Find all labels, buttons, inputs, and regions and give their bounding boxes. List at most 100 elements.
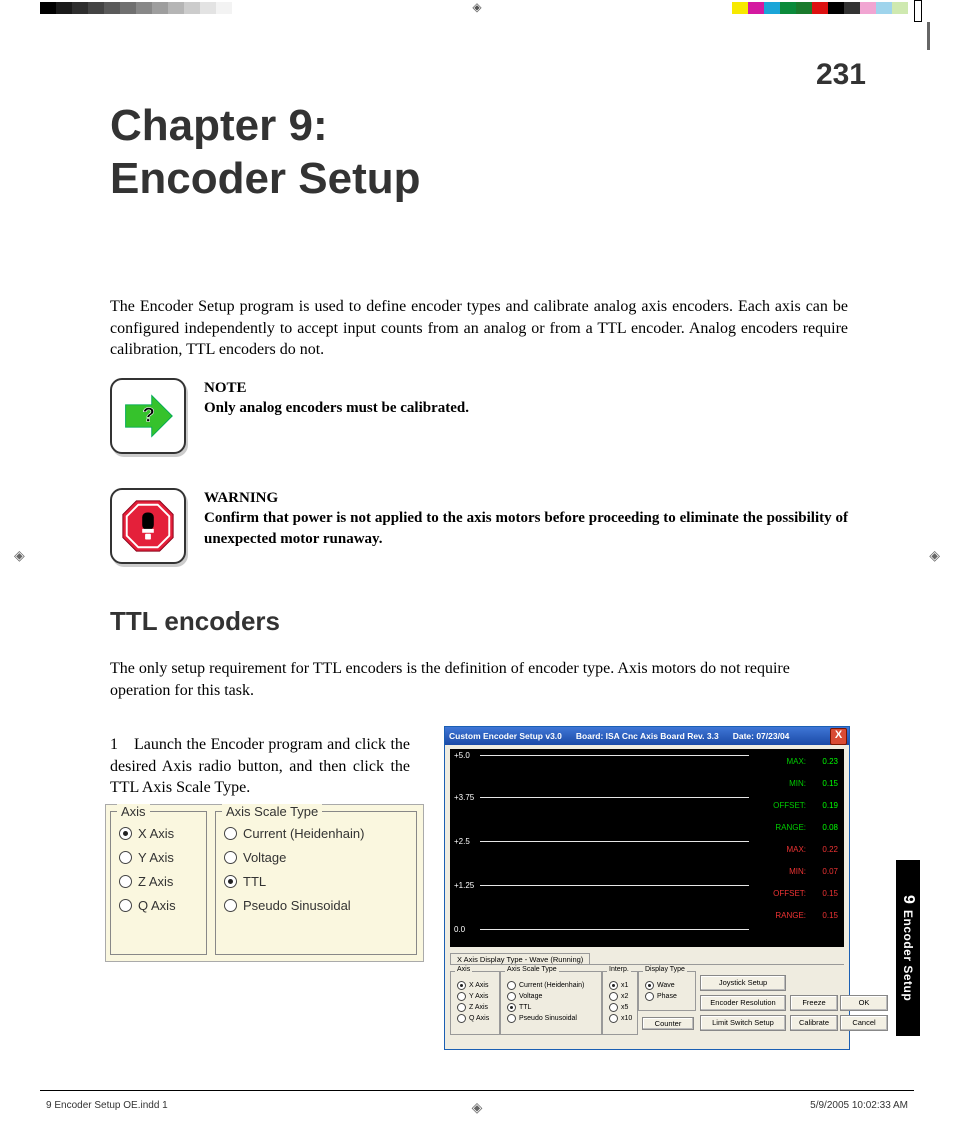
- scale-option[interactable]: TTL: [224, 874, 410, 889]
- calibrate-button[interactable]: Calibrate: [790, 1015, 838, 1031]
- close-button[interactable]: X: [830, 728, 847, 745]
- chart-readout: RANGE:0.08: [775, 823, 838, 832]
- axis-option[interactable]: Q Axis: [119, 898, 200, 913]
- mini-axis-option[interactable]: Q Axis: [457, 1014, 495, 1023]
- y-tick-label: 0.0: [454, 925, 465, 934]
- gridline: [480, 797, 749, 798]
- radio-icon[interactable]: [507, 1014, 516, 1023]
- readout-key: OFFSET:: [773, 889, 806, 898]
- tab-xaxis-wave[interactable]: X Axis Display Type - Wave (Running): [450, 953, 590, 964]
- radio-icon[interactable]: [507, 981, 516, 990]
- radio-icon[interactable]: [119, 899, 132, 912]
- radio-icon[interactable]: [457, 992, 466, 1001]
- radio-icon[interactable]: [609, 1014, 618, 1023]
- radio-icon[interactable]: [457, 981, 466, 990]
- readout-value: 0.22: [814, 845, 838, 854]
- radio-icon[interactable]: [645, 992, 654, 1001]
- radio-icon[interactable]: [224, 875, 237, 888]
- mini-interp-option[interactable]: x1: [609, 981, 633, 990]
- footer-left: 9 Encoder Setup OE.indd 1: [46, 1100, 168, 1111]
- freeze-button[interactable]: Freeze: [790, 995, 838, 1011]
- mini-axis-group: Axis X AxisY AxisZ AxisQ Axis: [450, 971, 500, 1035]
- mini-interp-option[interactable]: x2: [609, 992, 633, 1001]
- counter-button[interactable]: Counter: [642, 1017, 694, 1030]
- readout-value: 0.19: [814, 801, 838, 810]
- chapter-title: Chapter 9: Encoder Setup: [110, 100, 421, 206]
- readout-key: RANGE:: [775, 911, 806, 920]
- readout-value: 0.23: [814, 757, 838, 766]
- control-area: Axis X AxisY AxisZ AxisQ Axis Axis Scale…: [450, 967, 844, 1041]
- axis-option[interactable]: X Axis: [119, 826, 200, 841]
- section-title: TTL encoders: [110, 606, 280, 637]
- axis-label: Z Axis: [138, 874, 173, 889]
- chart-readout: MIN:0.15: [789, 779, 838, 788]
- note-label: NOTE: [204, 378, 848, 398]
- mini-scale-option[interactable]: TTL: [507, 1003, 597, 1012]
- warning-text: WARNING Confirm that power is not applie…: [204, 488, 848, 549]
- limit-switch-button[interactable]: Limit Switch Setup: [700, 1015, 786, 1031]
- radio-icon[interactable]: [507, 1003, 516, 1012]
- scale-label: Current (Heidenhain): [243, 826, 364, 841]
- mini-axis-option[interactable]: X Axis: [457, 981, 495, 990]
- warning-body: Confirm that power is not applied to the…: [204, 510, 848, 546]
- ok-button[interactable]: OK: [840, 995, 888, 1011]
- radio-icon[interactable]: [119, 851, 132, 864]
- mini-interp-option[interactable]: x5: [609, 1003, 633, 1012]
- footer: 9 Encoder Setup OE.indd 1 5/9/2005 10:02…: [46, 1100, 908, 1111]
- readout-value: 0.07: [814, 867, 838, 876]
- readout-key: MAX:: [786, 757, 806, 766]
- mini-interp-label: x5: [621, 1004, 628, 1011]
- axis-option[interactable]: Z Axis: [119, 874, 200, 889]
- mini-axis-label: Z Axis: [469, 1004, 488, 1011]
- readout-value: 0.15: [814, 911, 838, 920]
- radio-icon[interactable]: [224, 851, 237, 864]
- y-tick-label: +1.25: [454, 881, 474, 890]
- joystick-setup-button[interactable]: Joystick Setup: [700, 975, 786, 991]
- axis-label: X Axis: [138, 826, 174, 841]
- mini-scale-label: Voltage: [519, 993, 542, 1000]
- axis-option[interactable]: Y Axis: [119, 850, 200, 865]
- mini-interp-option[interactable]: x10: [609, 1014, 633, 1023]
- y-tick-label: +3.75: [454, 793, 474, 802]
- registration-box-right: [914, 0, 922, 22]
- radio-icon[interactable]: [457, 1003, 466, 1012]
- radio-icon[interactable]: [224, 827, 237, 840]
- scale-option[interactable]: Pseudo Sinusoidal: [224, 898, 410, 913]
- svg-text:?: ?: [142, 404, 155, 427]
- radio-icon[interactable]: [119, 875, 132, 888]
- scale-option[interactable]: Voltage: [224, 850, 410, 865]
- warning-label: WARNING: [204, 488, 848, 508]
- radio-icon[interactable]: [609, 1003, 618, 1012]
- mini-axis-option[interactable]: Y Axis: [457, 992, 495, 1001]
- scale-label: Voltage: [243, 850, 286, 865]
- axis-groupbox: Axis X AxisY AxisZ AxisQ Axis: [110, 811, 207, 955]
- axis-group-title: Axis: [117, 804, 150, 819]
- scale-option[interactable]: Current (Heidenhain): [224, 826, 410, 841]
- encoder-resolution-button[interactable]: Encoder Resolution: [700, 995, 786, 1011]
- app-title-mid: Board: ISA Cnc Axis Board Rev. 3.3: [576, 731, 719, 741]
- radio-icon[interactable]: [609, 981, 618, 990]
- scale-label: Pseudo Sinusoidal: [243, 898, 351, 913]
- radio-icon[interactable]: [224, 899, 237, 912]
- scale-groupbox: Axis Scale Type Current (Heidenhain)Volt…: [215, 811, 417, 955]
- radio-icon[interactable]: [609, 992, 618, 1001]
- app-titlebar[interactable]: Custom Encoder Setup v3.0 Board: ISA Cnc…: [445, 727, 849, 745]
- mini-scale-option[interactable]: Pseudo Sinusoidal: [507, 1014, 597, 1023]
- radio-icon[interactable]: [645, 981, 654, 990]
- mini-display-option[interactable]: Wave: [645, 981, 691, 990]
- mini-axis-option[interactable]: Z Axis: [457, 1003, 495, 1012]
- mini-axis-label: Y Axis: [469, 993, 488, 1000]
- readout-value: 0.15: [814, 889, 838, 898]
- readout-key: MAX:: [786, 845, 806, 854]
- axis-scale-panel: Axis X Axis Y Axis Z Axis Q Axis Axis Scale…: [105, 804, 424, 962]
- mini-scale-option[interactable]: Current (Heidenhain): [507, 981, 597, 990]
- mini-interp-label: x1: [621, 982, 628, 989]
- footer-right: 5/9/2005 10:02:33 AM: [810, 1100, 908, 1111]
- radio-icon[interactable]: [507, 992, 516, 1001]
- radio-icon[interactable]: [457, 1014, 466, 1023]
- cancel-button[interactable]: Cancel: [840, 1015, 888, 1031]
- radio-icon[interactable]: [119, 827, 132, 840]
- mini-display-option[interactable]: Phase: [645, 992, 691, 1001]
- mini-scale-option[interactable]: Voltage: [507, 992, 597, 1001]
- y-tick-label: +5.0: [454, 751, 470, 760]
